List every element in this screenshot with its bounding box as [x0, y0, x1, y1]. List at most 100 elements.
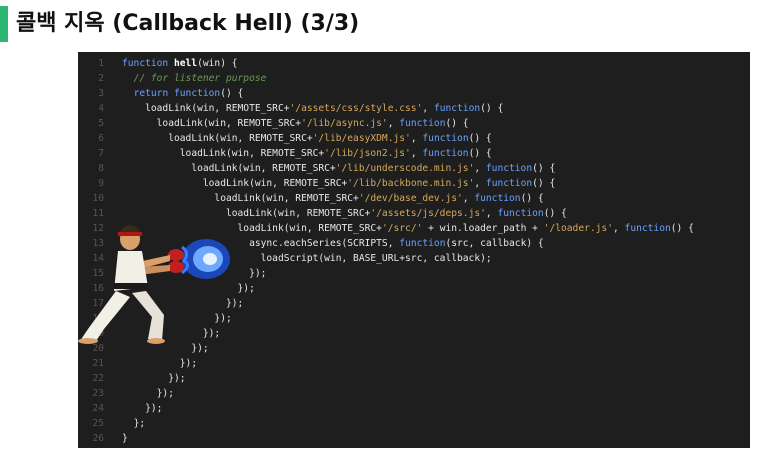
- line-number: 3: [98, 88, 104, 99]
- code-token: async.eachSeries(SCRIPTS,: [249, 238, 400, 249]
- line-number: 25: [92, 418, 104, 429]
- code-line: 21 });: [78, 356, 750, 371]
- code-token: () {: [468, 148, 492, 159]
- code-line: 22 });: [78, 371, 750, 386]
- code-token: ,: [410, 133, 423, 144]
- code-token: });: [168, 373, 186, 384]
- line-number: 2: [98, 73, 104, 84]
- code-token: hell: [173, 58, 198, 69]
- code-token: loadLink(win, REMOTE_SRC+: [168, 133, 313, 144]
- code-token: () {: [445, 118, 469, 129]
- code-token: '/assets/css/style.css': [289, 103, 423, 114]
- code-token: '/assets/js/deps.js': [370, 208, 486, 219]
- code-token: function: [624, 223, 671, 234]
- code-token: '/lib/underscode.min.js': [335, 163, 475, 174]
- code-token: ,: [462, 193, 475, 204]
- code-line: 25 };: [78, 416, 750, 431]
- code-token: function: [122, 58, 174, 69]
- code-token: () {: [532, 163, 556, 174]
- code-token: };: [133, 418, 146, 429]
- line-number: 22: [92, 373, 104, 384]
- code-token: () {: [520, 193, 544, 204]
- code-token: function: [433, 103, 481, 114]
- code-token: function: [399, 118, 446, 129]
- code-token: '/src/': [381, 223, 423, 234]
- code-token: loadLink(win, REMOTE_SRC+: [191, 163, 336, 174]
- code-token: ,: [422, 103, 434, 114]
- code-line: 7 loadLink(win, REMOTE_SRC+ '/lib/json2.j…: [78, 146, 750, 161]
- code-token: function: [497, 208, 544, 219]
- line-number: 9: [98, 178, 104, 189]
- code-token: () {: [670, 223, 694, 234]
- page-title: 콜백 지옥 (Callback Hell) (3/3): [16, 11, 360, 36]
- code-token: '/dev/base_dev.js': [358, 193, 463, 204]
- code-line: 6 loadLink(win, REMOTE_SRC+ '/lib/easyXDM…: [78, 131, 750, 146]
- code-token: (win) {: [197, 58, 238, 69]
- line-number: 23: [92, 388, 104, 399]
- code-line: 24 });: [78, 401, 750, 416]
- code-token: return: [133, 88, 174, 99]
- code-token: loadLink(win, REMOTE_SRC+: [225, 208, 371, 219]
- code-line: 5 loadLink(win, REMOTE_SRC+ '/lib/async.j…: [78, 116, 750, 131]
- line-number: 10: [92, 193, 104, 204]
- code-token: loadLink(win, REMOTE_SRC+: [237, 223, 382, 234]
- code-token: '/lib/async.js': [301, 118, 388, 129]
- code-token: '/lib/easyXDM.js': [312, 133, 411, 144]
- code-line: 9 loadLink(win, REMOTE_SRC+ '/lib/backbon…: [78, 176, 750, 191]
- code-token: loadLink(win, REMOTE_SRC+: [145, 103, 290, 114]
- code-token: ,: [474, 163, 486, 174]
- line-number: 24: [92, 403, 104, 414]
- line-number: 7: [98, 148, 104, 159]
- fighter-hadouken-icon: [78, 225, 230, 344]
- code-line: 26}: [78, 431, 750, 446]
- code-line: 4 loadLink(win, REMOTE_SRC+ '/assets/css/…: [78, 101, 750, 116]
- code-token: loadLink(win, REMOTE_SRC+: [202, 178, 348, 189]
- code-line: 23 });: [78, 386, 750, 401]
- code-token: loadScript(win, BASE_URL+src, callback);: [260, 253, 492, 264]
- code-token: function: [399, 238, 446, 249]
- code-token: () {: [480, 103, 504, 114]
- code-token: function: [485, 178, 533, 189]
- code-token: });: [249, 268, 267, 279]
- code-line: 3 return function() {: [78, 86, 750, 101]
- code-token: () {: [468, 133, 492, 144]
- code-token: ,: [612, 223, 625, 234]
- code-token: loadLink(win, REMOTE_SRC+: [214, 193, 359, 204]
- code-token: ,: [387, 118, 400, 129]
- code-token: loadLink(win, REMOTE_SRC+: [156, 118, 302, 129]
- code-token: ,: [485, 208, 498, 219]
- code-token: '/lib/backbone.min.js': [347, 178, 475, 189]
- code-token: }: [122, 433, 128, 444]
- line-number: 4: [98, 103, 104, 114]
- code-token: () {: [220, 88, 244, 99]
- code-screenshot: 1 function hell (win) { 2 // for listener p…: [78, 52, 750, 448]
- code-line: 8 loadLink(win, REMOTE_SRC+ '/lib/undersc…: [78, 161, 750, 176]
- code-token: });: [145, 403, 163, 414]
- code-line: 10 loadLink(win, REMOTE_SRC+ '/dev/base_d…: [78, 191, 750, 206]
- code-line: 1 function hell (win) {: [78, 56, 750, 71]
- code-token: ,: [410, 148, 423, 159]
- code-token: loadLink(win, REMOTE_SRC+: [179, 148, 325, 159]
- code-token: function: [174, 88, 221, 99]
- code-token: // for listener purpose: [133, 73, 267, 84]
- code-token: function: [485, 163, 533, 174]
- line-number: 26: [92, 433, 104, 444]
- code-token: () {: [532, 178, 556, 189]
- line-number: 6: [98, 133, 104, 144]
- line-number: 21: [92, 358, 104, 369]
- line-number: 1: [98, 58, 104, 69]
- code-line: 2 // for listener purpose: [78, 71, 750, 86]
- code-token: ,: [474, 178, 486, 189]
- code-token: '/loader.js': [543, 223, 613, 234]
- code-token: () {: [543, 208, 567, 219]
- line-number: 8: [98, 163, 104, 174]
- code-token: function: [422, 133, 469, 144]
- code-token: '/lib/json2.js': [324, 148, 411, 159]
- line-number: 5: [98, 118, 104, 129]
- code-token: function: [422, 148, 469, 159]
- code-token: function: [474, 193, 521, 204]
- title-accent-bar: [0, 6, 8, 42]
- code-token: (src, callback) {: [445, 238, 544, 249]
- code-token: });: [179, 358, 198, 369]
- code-token: + win.loader_path +: [422, 223, 544, 234]
